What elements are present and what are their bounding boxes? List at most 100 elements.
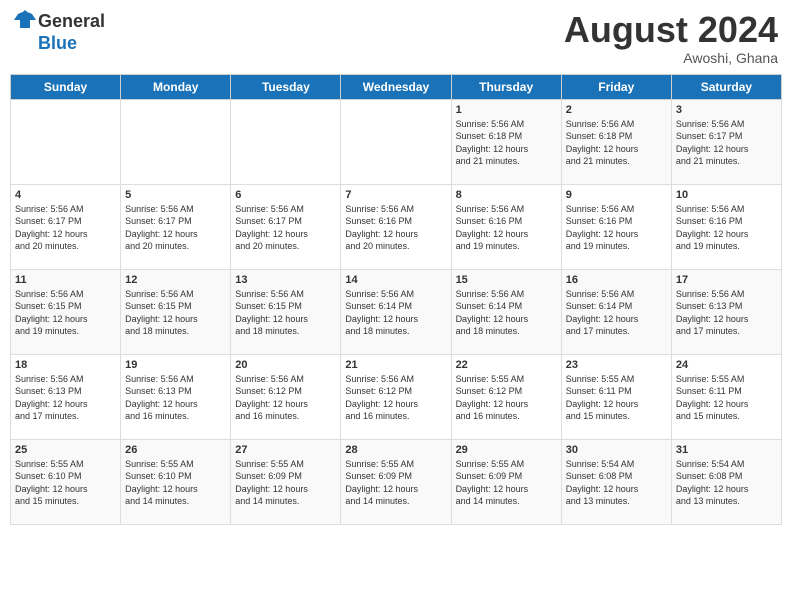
calendar-cell: 5Sunrise: 5:56 AM Sunset: 6:17 PM Daylig… [121,184,231,269]
day-number: 8 [456,189,557,201]
day-number: 3 [676,104,777,116]
day-info: Sunrise: 5:56 AM Sunset: 6:17 PM Dayligh… [676,118,777,168]
day-number: 24 [676,359,777,371]
calendar-cell: 24 Sunrise: 5:55 AM Sunset: 6:11 PM Dayli… [671,354,781,439]
day-info: Sunrise: 5:56 AM Sunset: 6:18 PM Dayligh… [456,118,557,168]
calendar-cell: 26Sunrise: 5:55 AM Sunset: 6:10 PM Dayli… [121,439,231,524]
day-number: 28 [345,444,446,456]
day-info: Sunrise: 5:56 AM Sunset: 6:18 PM Dayligh… [566,118,667,168]
calendar-cell: 9 Sunrise: 5:56 AM Sunset: 6:16 PM Daylig… [561,184,671,269]
day-number: 22 [456,359,557,371]
header-wednesday: Wednesday [341,74,451,99]
calendar-cell: 27Sunrise: 5:55 AM Sunset: 6:09 PM Dayli… [231,439,341,524]
calendar-cell: 7 Sunrise: 5:56 AM Sunset: 6:16 PM Daylig… [341,184,451,269]
logo: General Blue [14,10,105,54]
calendar-cell: 14 Sunrise: 5:56 AM Sunset: 6:14 PM Dayli… [341,269,451,354]
day-number: 23 [566,359,667,371]
header-row: SundayMondayTuesdayWednesdayThursdayFrid… [11,74,782,99]
day-info: Sunrise: 5:56 AM Sunset: 6:13 PM Dayligh… [15,373,116,423]
day-info: Sunrise: 5:56 AM Sunset: 6:17 PM Dayligh… [15,203,116,253]
calendar-cell: 6 Sunrise: 5:56 AM Sunset: 6:17 PM Daylig… [231,184,341,269]
calendar-cell: 19 Sunrise: 5:56 AM Sunset: 6:13 PM Dayli… [121,354,231,439]
day-number: 15 [456,274,557,286]
day-info: Sunrise: 5:56 AM Sunset: 6:16 PM Dayligh… [566,203,667,253]
day-info: Sunrise: 5:56 AM Sunset: 6:15 PM Dayligh… [15,288,116,338]
day-number: 26 [125,444,226,456]
calendar-cell: 17 Sunrise: 5:56 AM Sunset: 6:13 PM Dayli… [671,269,781,354]
day-info: Sunrise: 5:56 AM Sunset: 6:15 PM Dayligh… [235,288,336,338]
day-info: Sunrise: 5:55 AM Sunset: 6:10 PM Dayligh… [15,458,116,508]
header-saturday: Saturday [671,74,781,99]
calendar-cell: 28Sunrise: 5:55 AM Sunset: 6:09 PM Dayli… [341,439,451,524]
day-info: Sunrise: 5:55 AM Sunset: 6:12 PM Dayligh… [456,373,557,423]
day-number: 31 [676,444,777,456]
day-number: 17 [676,274,777,286]
calendar-cell: 25 Sunrise: 5:55 AM Sunset: 6:10 PM Dayli… [11,439,121,524]
calendar-cell: 10 Sunrise: 5:56 AM Sunset: 6:16 PM Dayli… [671,184,781,269]
calendar-cell: 4 Sunrise: 5:56 AM Sunset: 6:17 PM Daylig… [11,184,121,269]
week-row-2: 4 Sunrise: 5:56 AM Sunset: 6:17 PM Daylig… [11,184,782,269]
week-row-4: 18 Sunrise: 5:56 AM Sunset: 6:13 PM Dayli… [11,354,782,439]
calendar-cell: 11Sunrise: 5:56 AM Sunset: 6:15 PM Dayli… [11,269,121,354]
day-info: Sunrise: 5:56 AM Sunset: 6:14 PM Dayligh… [566,288,667,338]
header-friday: Friday [561,74,671,99]
header-sunday: Sunday [11,74,121,99]
day-number: 27 [235,444,336,456]
day-number: 5 [125,189,226,201]
day-number: 19 [125,359,226,371]
header-tuesday: Tuesday [231,74,341,99]
day-number: 18 [15,359,116,371]
calendar-cell: 30 Sunrise: 5:54 AM Sunset: 6:08 PM Dayli… [561,439,671,524]
day-info: Sunrise: 5:56 AM Sunset: 6:12 PM Dayligh… [235,373,336,423]
day-info: Sunrise: 5:56 AM Sunset: 6:13 PM Dayligh… [676,288,777,338]
calendar-cell [341,99,451,184]
day-info: Sunrise: 5:56 AM Sunset: 6:17 PM Dayligh… [235,203,336,253]
calendar-cell: 15 Sunrise: 5:56 AM Sunset: 6:14 PM Dayli… [451,269,561,354]
day-info: Sunrise: 5:56 AM Sunset: 6:16 PM Dayligh… [345,203,446,253]
logo-general: General [38,11,105,32]
day-info: Sunrise: 5:56 AM Sunset: 6:13 PM Dayligh… [125,373,226,423]
calendar-cell: 3 Sunrise: 5:56 AM Sunset: 6:17 PM Daylig… [671,99,781,184]
day-number: 21 [345,359,446,371]
calendar-cell [11,99,121,184]
day-number: 7 [345,189,446,201]
day-number: 30 [566,444,667,456]
calendar-cell: 22 Sunrise: 5:55 AM Sunset: 6:12 PM Dayli… [451,354,561,439]
day-number: 1 [456,104,557,116]
day-number: 6 [235,189,336,201]
calendar-cell: 20 Sunrise: 5:56 AM Sunset: 6:12 PM Dayli… [231,354,341,439]
day-number: 16 [566,274,667,286]
day-info: Sunrise: 5:56 AM Sunset: 6:14 PM Dayligh… [456,288,557,338]
calendar-cell: 2Sunrise: 5:56 AM Sunset: 6:18 PM Daylig… [561,99,671,184]
calendar-cell [121,99,231,184]
week-row-5: 25 Sunrise: 5:55 AM Sunset: 6:10 PM Dayli… [11,439,782,524]
day-info: Sunrise: 5:56 AM Sunset: 6:14 PM Dayligh… [345,288,446,338]
week-row-1: 1 Sunrise: 5:56 AM Sunset: 6:18 PM Daylig… [11,99,782,184]
header-thursday: Thursday [451,74,561,99]
day-number: 9 [566,189,667,201]
month-year: August 2024 [564,10,778,50]
calendar-cell: 13 Sunrise: 5:56 AM Sunset: 6:15 PM Dayli… [231,269,341,354]
calendar-cell: 18 Sunrise: 5:56 AM Sunset: 6:13 PM Dayli… [11,354,121,439]
day-number: 10 [676,189,777,201]
logo-icon [14,10,36,33]
page-header: General Blue August 2024 Awoshi, Ghana [10,10,782,66]
calendar-cell: 23 Sunrise: 5:55 AM Sunset: 6:11 PM Dayli… [561,354,671,439]
header-monday: Monday [121,74,231,99]
day-info: Sunrise: 5:55 AM Sunset: 6:11 PM Dayligh… [676,373,777,423]
day-info: Sunrise: 5:56 AM Sunset: 6:15 PM Dayligh… [125,288,226,338]
day-info: Sunrise: 5:54 AM Sunset: 6:08 PM Dayligh… [566,458,667,508]
calendar-cell: 8Sunrise: 5:56 AM Sunset: 6:16 PM Daylig… [451,184,561,269]
calendar-cell: 31Sunrise: 5:54 AM Sunset: 6:08 PM Dayli… [671,439,781,524]
day-number: 13 [235,274,336,286]
day-number: 14 [345,274,446,286]
calendar-cell: 29 Sunrise: 5:55 AM Sunset: 6:09 PM Dayli… [451,439,561,524]
calendar-cell [231,99,341,184]
day-info: Sunrise: 5:55 AM Sunset: 6:09 PM Dayligh… [456,458,557,508]
day-info: Sunrise: 5:55 AM Sunset: 6:11 PM Dayligh… [566,373,667,423]
day-number: 25 [15,444,116,456]
day-number: 20 [235,359,336,371]
day-number: 29 [456,444,557,456]
day-info: Sunrise: 5:56 AM Sunset: 6:16 PM Dayligh… [676,203,777,253]
day-number: 4 [15,189,116,201]
